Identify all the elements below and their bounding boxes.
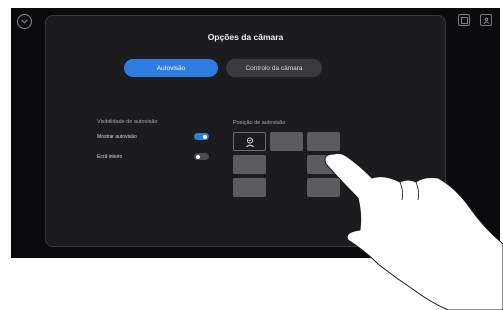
toggle-knob xyxy=(203,134,207,139)
setting-label: Mostrar autovisão xyxy=(97,133,137,140)
person-icon xyxy=(245,136,254,147)
setting-label: Ecrã inteiro xyxy=(97,153,123,160)
top-right-toolbar xyxy=(458,14,492,26)
position-cell-middle-left[interactable] xyxy=(233,155,266,174)
position-cell-top-left[interactable] xyxy=(233,132,266,151)
toggle-knob xyxy=(196,154,200,159)
self-view-glyph xyxy=(483,17,489,24)
position-cell-center xyxy=(270,155,303,174)
position-cell-top-center[interactable] xyxy=(270,132,303,151)
tab-autovisao[interactable]: Autovisão xyxy=(124,59,218,77)
tab-bar: Autovisão Controlo da câmara xyxy=(124,59,322,77)
chevron-down-icon[interactable] xyxy=(17,14,32,29)
visibility-section-label: Visibilidade de autovisão xyxy=(97,119,158,125)
position-cell-bottom-left[interactable] xyxy=(233,178,266,197)
layout-icon[interactable] xyxy=(458,14,470,26)
position-section-label: Posição de autovisão xyxy=(233,120,286,126)
setting-row-ecra-inteiro: Ecrã inteiro xyxy=(97,153,209,160)
tab-controlo-camara[interactable]: Controlo da câmara xyxy=(226,59,322,77)
ecra-inteiro-toggle[interactable] xyxy=(194,153,209,160)
mostrar-autovisao-toggle[interactable] xyxy=(194,133,209,140)
setting-row-mostrar-autovisao: Mostrar autovisão xyxy=(97,133,209,140)
hand-outline xyxy=(324,152,503,310)
position-cell-bottom-center xyxy=(270,178,303,197)
dialog-title: Opções da câmara xyxy=(207,32,284,42)
self-view-icon[interactable] xyxy=(480,14,492,26)
layout-glyph xyxy=(460,16,468,24)
chevron-down-glyph xyxy=(21,19,28,24)
pointing-hand-illustration xyxy=(324,152,503,310)
